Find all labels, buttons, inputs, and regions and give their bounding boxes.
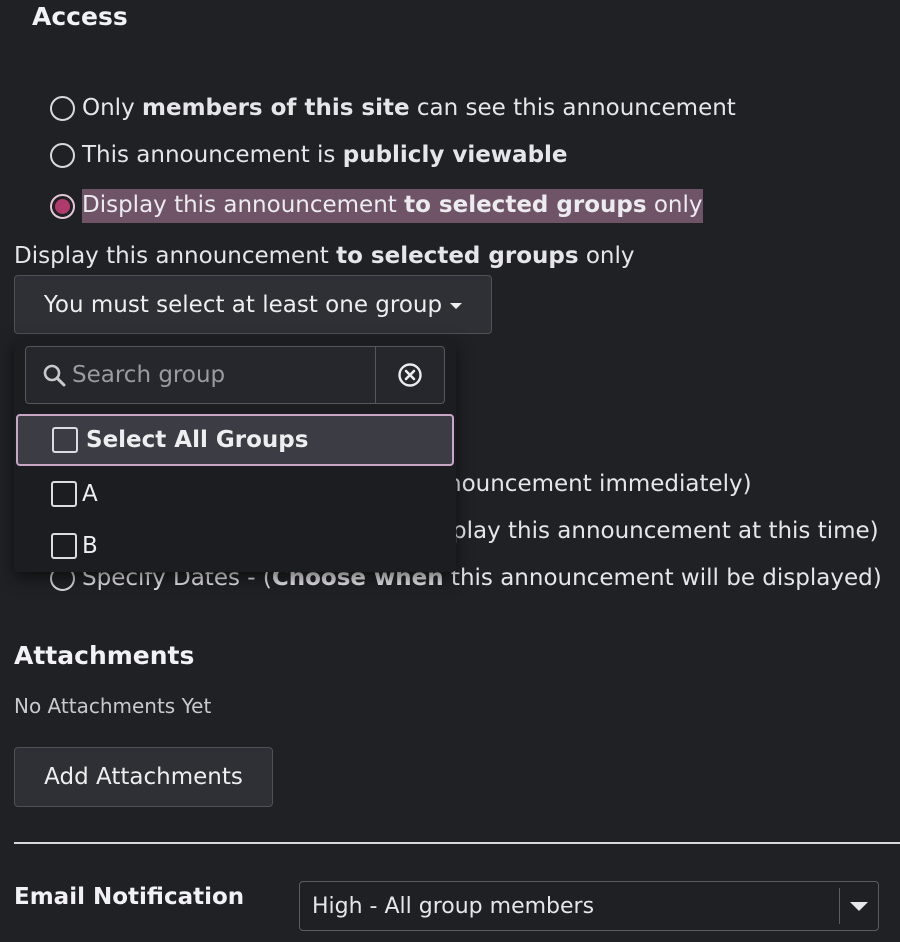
access-option-public[interactable]: This announcement is publicly viewable bbox=[50, 142, 568, 168]
access-option-members[interactable]: Only members of this site can see this a… bbox=[50, 95, 736, 121]
email-notification-select[interactable]: High - All group members bbox=[299, 881, 879, 931]
search-icon bbox=[26, 347, 66, 403]
group-option-a[interactable]: A bbox=[14, 468, 456, 520]
radio-members[interactable] bbox=[50, 95, 75, 121]
section-divider bbox=[14, 842, 900, 844]
group-option-a-label: A bbox=[82, 481, 98, 507]
group-option-select-all[interactable]: Select All Groups bbox=[16, 414, 454, 466]
group-search-box bbox=[25, 346, 445, 404]
radio-groups[interactable] bbox=[50, 193, 75, 219]
checkbox-group-b[interactable] bbox=[51, 533, 77, 559]
group-option-b-label: B bbox=[82, 533, 98, 559]
email-notification-label: Email Notification bbox=[14, 884, 245, 910]
group-dropdown-menu: Select All Groups A B bbox=[14, 338, 456, 572]
add-attachments-button[interactable]: Add Attachments bbox=[14, 747, 273, 807]
radio-public[interactable] bbox=[50, 142, 75, 168]
caret-down-icon bbox=[450, 303, 463, 309]
availability-option-time-label: play this announcement at this time) bbox=[452, 518, 879, 544]
groups-label: Display this announcement to selected gr… bbox=[14, 243, 635, 269]
search-clear-button[interactable] bbox=[375, 347, 444, 403]
attachments-empty-text: No Attachments Yet bbox=[14, 694, 212, 718]
access-option-members-label: Only members of this site can see this a… bbox=[82, 95, 736, 121]
access-option-groups[interactable]: Display this announcement to selected gr… bbox=[50, 189, 703, 223]
select-arrow-icon bbox=[839, 888, 878, 924]
group-option-b[interactable]: B bbox=[14, 520, 456, 572]
access-heading: Access bbox=[32, 2, 128, 31]
access-option-groups-label: Display this announcement to selected gr… bbox=[82, 189, 703, 223]
checkbox-select-all[interactable] bbox=[52, 427, 78, 453]
checkbox-group-a[interactable] bbox=[51, 481, 77, 507]
access-option-public-label: This announcement is publicly viewable bbox=[82, 142, 568, 168]
group-search-input[interactable] bbox=[66, 347, 375, 403]
close-circle-icon bbox=[398, 363, 422, 387]
group-select-button[interactable]: You must select at least one group bbox=[14, 275, 492, 334]
group-select-button-label: You must select at least one group bbox=[43, 291, 443, 318]
availability-option-immediate-label: nouncement immediately) bbox=[447, 471, 752, 497]
email-notification-selected: High - All group members bbox=[312, 893, 595, 919]
attachments-heading: Attachments bbox=[14, 641, 195, 670]
group-option-select-all-label: Select All Groups bbox=[86, 427, 309, 453]
